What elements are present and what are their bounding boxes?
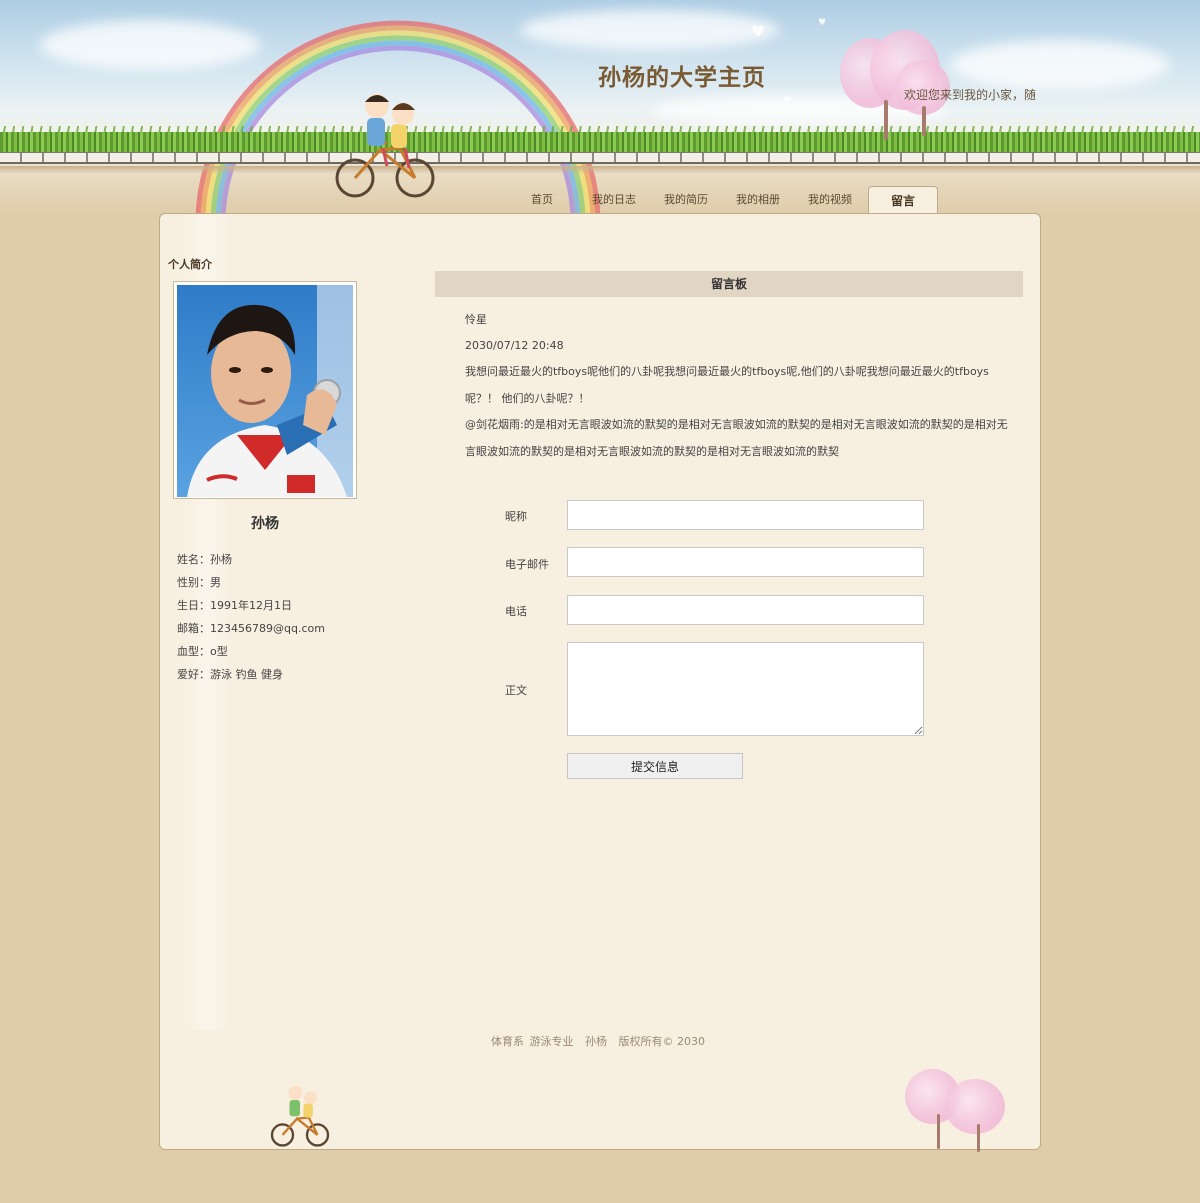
footer-major: 游泳专业 bbox=[529, 1035, 574, 1048]
footer: 体育系 游泳专业 孙杨 版权所有© 2030 bbox=[0, 1033, 1200, 1049]
phone-label: 电话 bbox=[505, 605, 527, 618]
nav-album[interactable]: 我的相册 bbox=[722, 186, 794, 214]
profile-detail-birthday: 生日：1991年12月1日 bbox=[177, 599, 292, 612]
message-author: 怜星 bbox=[465, 313, 487, 326]
heart-icon: ♥ bbox=[818, 18, 827, 28]
profile-name: 孙杨 bbox=[251, 516, 279, 532]
board-title: 留言板 bbox=[435, 271, 1023, 297]
site-title: 孙杨的大学主页 bbox=[598, 65, 766, 91]
message-reply: @剑花烟雨:的是相对无言眼波如流的默契的是相对无言眼波如流的默契的是相对无言眼波… bbox=[465, 418, 1008, 458]
profile-section-title: 个人简介 bbox=[168, 258, 212, 271]
nickname-input[interactable] bbox=[567, 500, 924, 530]
email-label: 电子邮件 bbox=[505, 558, 549, 571]
body-label: 正文 bbox=[505, 684, 527, 697]
athlete-portrait-image bbox=[177, 285, 353, 497]
email-input[interactable] bbox=[567, 547, 924, 577]
nav-video[interactable]: 我的视频 bbox=[794, 186, 866, 214]
profile-detail-hobbies: 爱好：游泳 钓鱼 健身 bbox=[177, 668, 283, 681]
body-textarea[interactable] bbox=[567, 642, 924, 736]
footer-dept: 体育系 bbox=[491, 1035, 524, 1048]
phone-input[interactable] bbox=[567, 595, 924, 625]
nav-guestbook[interactable]: 留言 bbox=[868, 186, 938, 214]
message-datetime: 2030/07/12 20:48 bbox=[465, 339, 564, 352]
bicycle-couple-illustration bbox=[335, 94, 435, 198]
stone-wall bbox=[0, 152, 1200, 164]
header-banner: ♥ ♥ ♥ 孙杨的大学主页 欢迎您来到我的小家，随 首页 我的日志 我的简历 我… bbox=[0, 0, 1200, 215]
footer-copyright: 版权所有© 2030 bbox=[618, 1035, 706, 1048]
submit-button[interactable]: 提交信息 bbox=[567, 753, 743, 779]
profile-detail-name: 姓名：孙杨 bbox=[177, 553, 232, 566]
main-nav: 首页 我的日志 我的简历 我的相册 我的视频 留言 bbox=[506, 186, 938, 214]
profile-detail-email: 邮箱：123456789@qq.com bbox=[177, 622, 325, 635]
profile-photo bbox=[173, 281, 357, 499]
grass-strip bbox=[0, 132, 1200, 154]
nickname-label: 昵称 bbox=[505, 510, 527, 523]
profile-details: 姓名：孙杨 性别：男 生日：1991年12月1日 邮箱：123456789@qq… bbox=[177, 553, 325, 691]
bicycle-couple-illustration bbox=[270, 1085, 330, 1147]
nav-blog[interactable]: 我的日志 bbox=[578, 186, 650, 214]
profile-detail-gender: 性别：男 bbox=[177, 576, 221, 589]
message-text: 我想问最近最火的tfboys呢他们的八卦呢我想问最近最火的tfboys呢,他们的… bbox=[465, 365, 989, 405]
nav-home[interactable]: 首页 bbox=[506, 186, 578, 214]
welcome-marquee: 欢迎您来到我的小家，随 bbox=[904, 88, 1037, 102]
heart-icon: ♥ bbox=[783, 96, 792, 106]
cherry-tree-illustration bbox=[840, 30, 960, 140]
nav-resume[interactable]: 我的简历 bbox=[650, 186, 722, 214]
heart-icon: ♥ bbox=[751, 22, 766, 41]
profile-detail-bloodtype: 血型：o型 bbox=[177, 645, 228, 658]
footer-name: 孙杨 bbox=[585, 1035, 607, 1048]
cherry-tree-illustration bbox=[905, 1064, 1015, 1152]
